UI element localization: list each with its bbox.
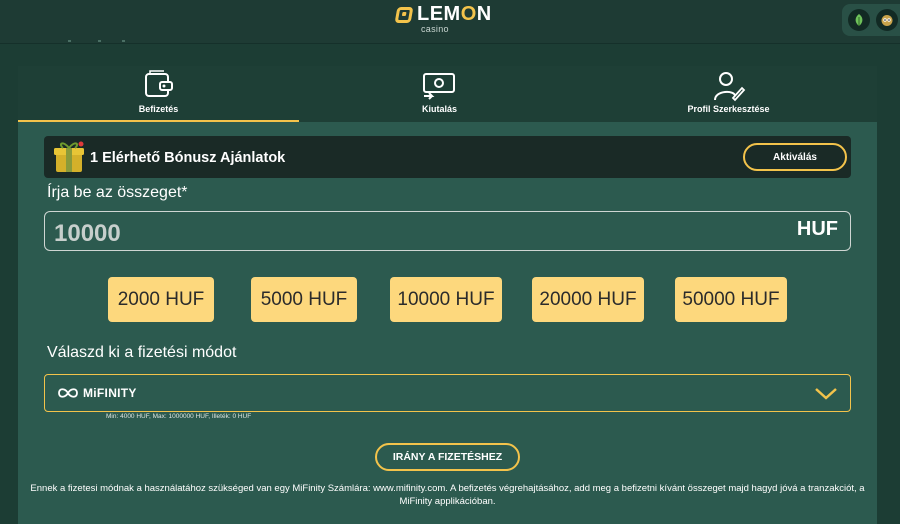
- quick-amount-50000[interactable]: 50000 HUF: [675, 277, 787, 322]
- tab-withdraw[interactable]: Kiutalás: [299, 66, 580, 122]
- payment-method-select[interactable]: MiFINITY: [44, 374, 851, 412]
- lemon-casino-logo[interactable]: LEMON casino: [394, 3, 492, 34]
- logo-text: LEMON: [417, 3, 492, 25]
- payment-panel: Befizetés Kiutalás Profil Szerkesztése 1…: [18, 66, 877, 524]
- bonus-offers-bar: 1 Elérhető Bónusz Ajánlatok Aktiválás: [44, 136, 851, 178]
- activate-bonus-button[interactable]: Aktiválás: [743, 143, 847, 171]
- gift-box-icon: [54, 141, 84, 172]
- tab-deposit[interactable]: Befizetés: [18, 66, 299, 122]
- payment-info-text: Ennek a fizetesi módnak a használatához …: [30, 483, 865, 507]
- payment-method-label: Válaszd ki a fizetési módot: [47, 344, 237, 361]
- amount-label: Írja be az összeget*: [47, 184, 188, 201]
- infinity-icon: [58, 388, 78, 398]
- tab-label-withdraw: Kiutalás: [421, 104, 457, 114]
- mifinity-logo: MiFINITY: [57, 386, 137, 400]
- chevron-down-icon[interactable]: [814, 383, 838, 403]
- payment-limits: Min: 4000 HUF, Max: 1000000 HUF, Illeték…: [106, 413, 252, 420]
- active-tab-indicator: [18, 120, 299, 122]
- cash-icon: [422, 73, 455, 100]
- tab-label-profile-edit: Profil Szerkesztése: [687, 104, 770, 114]
- quick-amount-2000[interactable]: 2000 HUF: [108, 277, 214, 322]
- amount-value: 10000: [54, 220, 121, 247]
- tab-label-deposit: Befizetés: [138, 104, 179, 114]
- tab-bar: Befizetés Kiutalás Profil Szerkesztése: [18, 66, 877, 122]
- bonus-offers-text: 1 Elérhető Bónusz Ajánlatok: [90, 150, 286, 166]
- wallet-icon: [144, 70, 173, 97]
- breadcrumb-dots: [68, 40, 128, 44]
- top-bar: LEMON casino: [0, 0, 900, 44]
- logo-mark-icon: [394, 7, 414, 23]
- payment-method-name: MiFINITY: [83, 386, 137, 400]
- proceed-to-payment-button[interactable]: IRÁNY A FIZETÉSHEZ: [375, 443, 520, 471]
- quick-amount-20000[interactable]: 20000 HUF: [532, 277, 644, 322]
- owl-icon[interactable]: [876, 9, 898, 31]
- top-icons-group: [842, 4, 900, 36]
- logo-subtitle: casino: [421, 24, 449, 34]
- quick-amount-5000[interactable]: 5000 HUF: [251, 277, 357, 322]
- leaf-icon[interactable]: [848, 9, 870, 31]
- amount-input[interactable]: 10000 HUF: [44, 211, 851, 251]
- amount-currency: HUF: [796, 218, 838, 240]
- profile-edit-icon: [713, 72, 745, 102]
- tab-profile-edit[interactable]: Profil Szerkesztése: [580, 66, 877, 122]
- quick-amount-10000[interactable]: 10000 HUF: [390, 277, 502, 322]
